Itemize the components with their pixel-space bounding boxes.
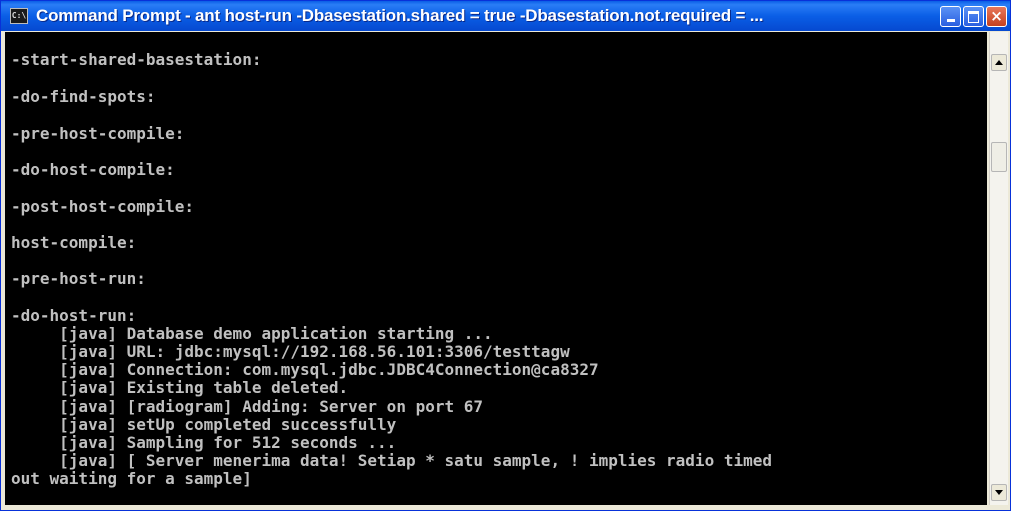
console-output[interactable]: -start-shared-basestation: -do-find-spot… (5, 32, 987, 505)
console-line: [java] Sampling for 512 seconds ... (11, 433, 397, 452)
scroll-down-button[interactable] (991, 484, 1007, 501)
command-prompt-window: C:\ Command Prompt - ant host-run -Dbase… (0, 0, 1011, 511)
console-line: [java] Database demo application startin… (11, 324, 493, 343)
arrow-down-icon (995, 490, 1003, 495)
scroll-up-button[interactable] (991, 54, 1007, 71)
console-line: -do-host-compile: (11, 160, 175, 179)
minimize-button[interactable] (940, 6, 961, 27)
console-line: out waiting for a sample] (11, 469, 252, 488)
vertical-scrollbar[interactable] (989, 32, 1008, 505)
console-line: -start-shared-basestation: (11, 50, 262, 69)
arrow-up-icon (995, 60, 1003, 65)
console-line: -do-host-run: (11, 306, 137, 325)
maximize-button[interactable] (963, 6, 984, 27)
console-line: [java] Existing table deleted. (11, 378, 349, 397)
maximize-icon (968, 11, 979, 23)
close-button[interactable]: × (986, 6, 1007, 27)
close-icon: × (990, 7, 1003, 25)
console-line: -post-host-compile: (11, 197, 195, 216)
console-line: -pre-host-run: (11, 269, 146, 288)
console-line: [java] URL: jdbc:mysql://192.168.56.101:… (11, 342, 570, 361)
window-title: Command Prompt - ant host-run -Dbasestat… (36, 6, 764, 25)
console-app-icon[interactable]: C:\ (10, 8, 28, 24)
console-line: [java] setUp completed successfully (11, 415, 397, 434)
console-line: -pre-host-compile: (11, 124, 185, 143)
scroll-thumb[interactable] (991, 142, 1007, 172)
console-line: [java] [radiogram] Adding: Server on por… (11, 397, 484, 416)
minimize-icon (946, 19, 955, 22)
console-line: -do-find-spots: (11, 87, 156, 106)
console-line: host-compile: (11, 233, 137, 252)
console-line: [java] Connection: com.mysql.jdbc.JDBC4C… (11, 360, 599, 379)
title-bar[interactable]: C:\ Command Prompt - ant host-run -Dbase… (1, 1, 1010, 31)
console-line: [java] [ Server menerima data! Setiap * … (11, 451, 772, 470)
